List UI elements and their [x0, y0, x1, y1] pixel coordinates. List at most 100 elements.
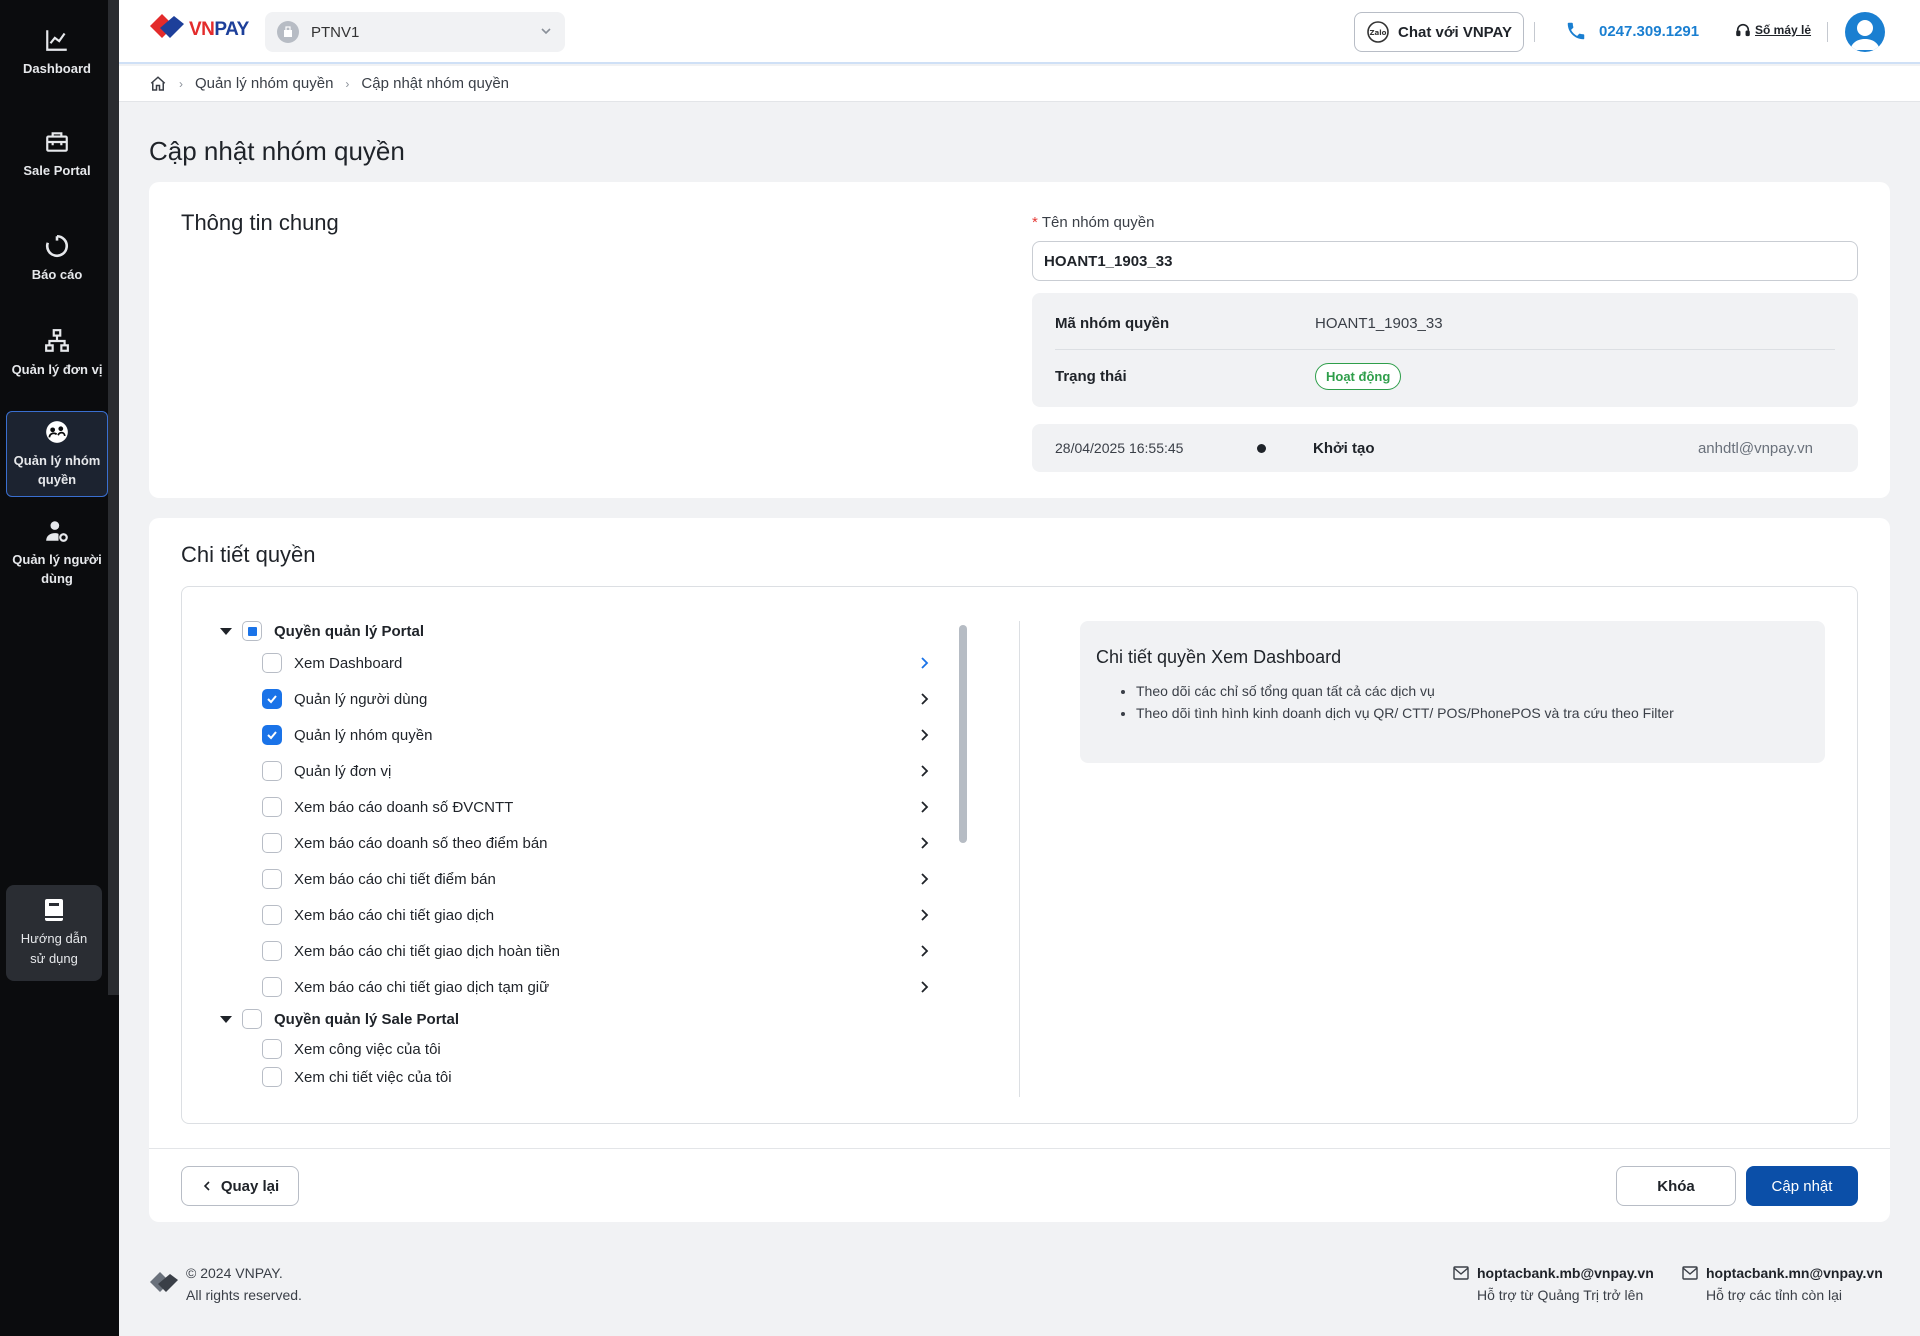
checkbox[interactable] [262, 797, 282, 817]
permission-item[interactable]: Xem báo cáo doanh số theo điểm bán [262, 829, 932, 857]
checkbox[interactable] [242, 1009, 262, 1029]
sidebar-item-dashboard[interactable]: Dashboard [6, 22, 108, 82]
permission-group[interactable]: Quyền quản lý Portal [220, 619, 424, 643]
user-icon [1850, 20, 1880, 50]
detail-title: Chi tiết quyền Xem Dashboard [1096, 647, 1342, 667]
headset-icon [1736, 23, 1750, 37]
copyright: © 2024 VNPAY. All rights reserved. [186, 1265, 302, 1303]
check-icon [267, 695, 277, 704]
section-title: Thông tin chung [181, 210, 339, 235]
checkbox[interactable] [262, 905, 282, 925]
hotline-phone[interactable]: 0247.309.1291 [1565, 20, 1699, 42]
lock-button[interactable]: Khóa [1616, 1166, 1736, 1206]
permission-item[interactable]: Xem báo cáo chi tiết giao dịch [262, 901, 932, 929]
permission-item[interactable]: Quản lý đơn vị [262, 757, 932, 785]
permission-item[interactable]: Xem Dashboard [262, 649, 932, 677]
tenant-label: PTNV1 [311, 23, 360, 41]
breadcrumb: › Quản lý nhóm quyền › Cập nhật nhóm quy… [119, 66, 1920, 102]
checkbox[interactable] [262, 1039, 282, 1059]
permission-item[interactable]: Xem báo cáo chi tiết giao dịch hoàn tiền [262, 937, 932, 965]
contact-south: hoptacbank.mn@vnpay.vn Hỗ trợ các tỉnh c… [1682, 1262, 1883, 1306]
user-gear-icon [46, 521, 68, 542]
caret-down-icon[interactable] [220, 627, 232, 635]
mail-icon [1682, 1266, 1698, 1280]
user-guide-button[interactable]: Hướng dẫn sử dụng [6, 885, 102, 981]
log-user: anhdtl@vnpay.vn [1697, 439, 1813, 457]
header-divider [1534, 22, 1535, 42]
chevron-left-icon [203, 1181, 210, 1191]
permission-item[interactable]: Xem công việc của tôi [262, 1035, 932, 1063]
code-row: Mã nhóm quyền HOANT1_1903_33 [1055, 314, 1443, 332]
permission-item[interactable]: Xem báo cáo chi tiết giao dịch tạm giữ [262, 973, 932, 1001]
permission-item[interactable]: Xem chi tiết việc của tôi [262, 1063, 932, 1091]
permission-detail-panel: Chi tiết quyền Xem Dashboard Theo dõi cá… [1080, 621, 1825, 763]
back-button[interactable]: Quay lại [181, 1166, 299, 1206]
detail-bullet: Theo dõi tình hình kinh doanh dịch vụ QR… [1136, 702, 1809, 724]
extension-link[interactable]: Số máy lẻ [1735, 22, 1811, 38]
checkbox[interactable] [262, 1067, 282, 1087]
caret-down-icon[interactable] [220, 1015, 232, 1023]
chevron-right-icon[interactable] [916, 943, 932, 959]
chevron-right-icon[interactable] [916, 655, 932, 671]
permission-group[interactable]: Quyền quản lý Sale Portal [220, 1007, 459, 1031]
home-icon[interactable] [149, 75, 167, 93]
chat-zalo-button[interactable]: Zalo Chat với VNPAY [1354, 12, 1524, 52]
vnpay-logo[interactable]: VNPAY [148, 14, 249, 46]
group-name-input[interactable]: HOANT1_1903_33 [1032, 241, 1858, 281]
user-avatar[interactable] [1845, 12, 1885, 52]
chevron-right-icon[interactable] [916, 835, 932, 851]
phone-icon [1567, 22, 1585, 40]
detail-bullet: Theo dõi các chỉ số tổng quan tất cả các… [1136, 680, 1809, 702]
group-code-value: HOANT1_1903_33 [1315, 314, 1443, 332]
checkbox[interactable] [262, 653, 282, 673]
footer: © 2024 VNPAY. All rights reserved. hopta… [149, 1262, 1890, 1322]
permission-tree: Quyền quản lý Portal Xem Dashboard Quản … [182, 587, 1022, 1123]
chevron-right-icon[interactable] [916, 979, 932, 995]
sidebar-item-sale-portal[interactable]: Sale Portal [6, 124, 108, 184]
chevron-right-icon[interactable] [916, 727, 932, 743]
divider [149, 1148, 1890, 1149]
checkbox[interactable] [262, 761, 282, 781]
general-info-card: Thông tin chung * Tên nhóm quyền HOANT1_1… [149, 182, 1890, 498]
mail-icon [1453, 1266, 1469, 1280]
chevron-down-icon [541, 28, 551, 35]
sidebar-item-bao-cao[interactable]: Báo cáo [6, 228, 108, 288]
chevron-right-icon[interactable] [916, 763, 932, 779]
tree-scrollbar[interactable] [959, 625, 967, 843]
zalo-icon: Zalo [1367, 21, 1389, 43]
sidebar-item-quan-ly-don-vi[interactable]: Quản lý đơn vị [6, 318, 108, 388]
checkbox-checked[interactable] [262, 725, 282, 745]
status-badge: Hoạt động [1315, 362, 1402, 390]
detail-list: Theo dõi các chỉ số tổng quan tất cả các… [1096, 680, 1809, 724]
checkbox[interactable] [262, 869, 282, 889]
breadcrumb-separator: › [179, 76, 183, 91]
breadcrumb-current: Cập nhật nhóm quyền [361, 75, 510, 92]
breadcrumb-link[interactable]: Quản lý nhóm quyền [195, 75, 333, 92]
log-time: 28/04/2025 16:55:45 [1055, 440, 1184, 456]
checkbox[interactable] [262, 941, 282, 961]
permission-item[interactable]: Xem báo cáo chi tiết điểm bán [262, 865, 932, 893]
header-divider [1827, 22, 1828, 42]
update-button[interactable]: Cập nhật [1746, 1166, 1858, 1206]
org-chart-icon [45, 328, 69, 352]
checkbox[interactable] [242, 621, 262, 641]
permissions-card: Chi tiết quyền Quyền quản lý Portal Xem … [149, 518, 1890, 1222]
chevron-right-icon[interactable] [916, 871, 932, 887]
page-title: Cập nhật nhóm quyền [149, 136, 405, 166]
sidebar-item-quan-ly-nguoi-dung[interactable]: Quản lý người dùng [6, 518, 108, 588]
sidebar-item-quan-ly-nhom-quyen[interactable]: Quản lý nhóm quyền [6, 411, 108, 497]
permission-item[interactable]: Quản lý người dùng [262, 685, 932, 713]
chevron-right-icon[interactable] [916, 691, 932, 707]
chevron-right-icon[interactable] [916, 799, 932, 815]
timeline-dot [1257, 444, 1266, 453]
permission-item[interactable]: Xem báo cáo doanh số ĐVCNTT [262, 793, 932, 821]
chevron-right-icon[interactable] [916, 907, 932, 923]
section-title: Chi tiết quyền [181, 542, 316, 567]
checkbox-checked[interactable] [262, 689, 282, 709]
checkbox[interactable] [262, 977, 282, 997]
vnpay-mark-icon [150, 1272, 178, 1292]
checkbox[interactable] [262, 833, 282, 853]
sidebar-scrollbar[interactable] [108, 0, 119, 995]
permission-item[interactable]: Quản lý nhóm quyền [262, 721, 932, 749]
tenant-select[interactable]: PTNV1 [265, 12, 565, 52]
